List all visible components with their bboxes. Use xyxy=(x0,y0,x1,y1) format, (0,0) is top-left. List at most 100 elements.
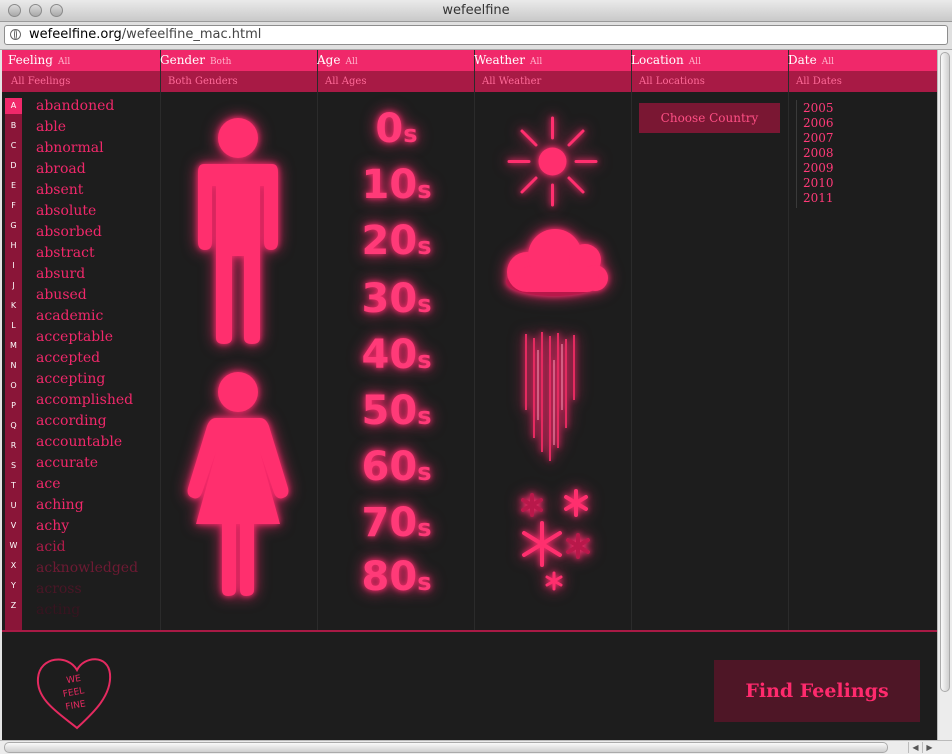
feeling-item[interactable]: able xyxy=(36,119,66,135)
feeling-item[interactable]: absurd xyxy=(36,266,85,282)
feeling-item[interactable]: academic xyxy=(36,308,103,324)
letter-a[interactable]: A xyxy=(5,98,22,114)
letter-j[interactable]: J xyxy=(5,278,22,294)
letter-y[interactable]: Y xyxy=(5,578,22,594)
age-option[interactable]: 50s xyxy=(318,388,475,434)
feeling-item[interactable]: aching xyxy=(36,497,84,513)
letter-h[interactable]: H xyxy=(5,238,22,254)
letter-d[interactable]: D xyxy=(5,158,22,174)
age-option[interactable]: 0s xyxy=(318,106,475,152)
age-option[interactable]: 70s xyxy=(318,500,475,546)
letter-c[interactable]: C xyxy=(5,138,22,154)
date-item-2011[interactable]: 2011 xyxy=(803,191,834,205)
letter-v[interactable]: V xyxy=(5,518,22,534)
date-item-2005[interactable]: 2005 xyxy=(803,101,834,115)
female-icon[interactable] xyxy=(182,370,294,598)
feeling-item[interactable]: acceptable xyxy=(36,329,113,345)
age-option[interactable]: 10s xyxy=(318,162,475,208)
age-decade: 10 xyxy=(361,162,418,208)
horizontal-scrollbar[interactable]: ◀ ▶ xyxy=(0,740,952,754)
age-option[interactable]: 30s xyxy=(318,276,475,322)
feeling-item[interactable]: accountable xyxy=(36,434,122,450)
feeling-item[interactable]: abandoned xyxy=(36,98,114,114)
letter-b[interactable]: B xyxy=(5,118,22,134)
cloud-icon[interactable] xyxy=(497,222,612,300)
logo-line-1: WE xyxy=(66,674,82,686)
alphabet-index: ABCDEFGHIJKLMNOPQRSTUVWXYZ xyxy=(5,98,22,630)
location-filter-header[interactable]: Location All xyxy=(631,53,701,67)
feeling-item[interactable]: ace xyxy=(36,476,60,492)
letter-r[interactable]: R xyxy=(5,438,22,454)
feeling-item[interactable]: abused xyxy=(36,287,87,303)
letter-u[interactable]: U xyxy=(5,498,22,514)
letter-z[interactable]: Z xyxy=(5,598,22,614)
vertical-scroll-thumb[interactable] xyxy=(940,52,950,692)
letter-m[interactable]: M xyxy=(5,338,22,354)
letter-x[interactable]: X xyxy=(5,558,22,574)
letter-t[interactable]: T xyxy=(5,478,22,494)
letter-n[interactable]: N xyxy=(5,358,22,374)
sun-icon[interactable] xyxy=(505,114,600,209)
feeling-item[interactable]: accomplished xyxy=(36,392,133,408)
letter-f[interactable]: F xyxy=(5,198,22,214)
feeling-item[interactable]: achy xyxy=(36,518,69,534)
horizontal-scroll-thumb[interactable] xyxy=(4,742,888,753)
feeling-item[interactable]: acting xyxy=(36,602,80,618)
age-option[interactable]: 20s xyxy=(318,218,475,264)
letter-p[interactable]: P xyxy=(5,398,22,414)
age-summary: All Ages xyxy=(325,76,367,87)
letter-i[interactable]: I xyxy=(5,258,22,274)
feeling-item[interactable]: abroad xyxy=(36,161,86,177)
we-feel-fine-logo[interactable]: WE FEEL FINE xyxy=(32,650,122,730)
letter-g[interactable]: G xyxy=(5,218,22,234)
letter-o[interactable]: O xyxy=(5,378,22,394)
feeling-item[interactable]: accurate xyxy=(36,455,98,471)
letter-l[interactable]: L xyxy=(5,318,22,334)
feeling-item[interactable]: absolute xyxy=(36,203,96,219)
letter-w[interactable]: W xyxy=(5,538,22,554)
age-option[interactable]: 80s xyxy=(318,554,475,600)
snow-icon[interactable] xyxy=(510,485,600,595)
feeling-item[interactable]: accepting xyxy=(36,371,105,387)
feeling-item[interactable]: acknowledged xyxy=(36,560,138,576)
feeling-item[interactable]: absent xyxy=(36,182,83,198)
scroll-left-arrow-icon[interactable]: ◀ xyxy=(908,742,922,753)
rain-icon[interactable] xyxy=(520,330,582,465)
feeling-item[interactable]: acid xyxy=(36,539,66,555)
address-field[interactable]: wefeelfine.org/wefeelfine_mac.html xyxy=(4,25,948,45)
find-feelings-button[interactable]: Find Feelings xyxy=(714,660,920,722)
feeling-item[interactable]: abstract xyxy=(36,245,95,261)
date-filter-header[interactable]: Date All xyxy=(788,53,834,67)
scroll-right-arrow-icon[interactable]: ▶ xyxy=(922,742,936,753)
date-item-2010[interactable]: 2010 xyxy=(803,176,834,190)
choose-country-button[interactable]: Choose Country xyxy=(639,103,780,133)
letter-e[interactable]: E xyxy=(5,178,22,194)
vertical-scrollbar[interactable] xyxy=(937,50,952,740)
male-icon[interactable] xyxy=(192,116,284,346)
gender-summary: Both Genders xyxy=(168,76,238,87)
date-item-2007[interactable]: 2007 xyxy=(803,131,834,145)
wefeelfine-app: Feeling All Gender Both Age All Weather All … xyxy=(2,50,937,740)
feeling-filter-header[interactable]: Feeling All xyxy=(8,53,70,67)
age-decade: 30 xyxy=(361,276,418,322)
feeling-item[interactable]: abnormal xyxy=(36,140,104,156)
date-item-2006[interactable]: 2006 xyxy=(803,116,834,130)
feeling-item[interactable]: accepted xyxy=(36,350,100,366)
gender-filter-header[interactable]: Gender Both xyxy=(160,53,231,67)
age-option[interactable]: 60s xyxy=(318,444,475,490)
age-option[interactable]: 40s xyxy=(318,332,475,378)
feeling-item[interactable]: absorbed xyxy=(36,224,102,240)
weather-filter-header[interactable]: Weather All xyxy=(474,53,542,67)
feeling-item[interactable]: across xyxy=(36,581,82,597)
footer-divider xyxy=(2,630,937,632)
age-suffix: s xyxy=(417,346,432,374)
letter-k[interactable]: K xyxy=(5,298,22,314)
letter-s[interactable]: S xyxy=(5,458,22,474)
age-filter-header[interactable]: Age All xyxy=(317,53,358,67)
date-item-2008[interactable]: 2008 xyxy=(803,146,834,160)
location-column xyxy=(632,50,789,630)
date-item-2009[interactable]: 2009 xyxy=(803,161,834,175)
letter-q[interactable]: Q xyxy=(5,418,22,434)
age-suffix: s xyxy=(417,568,432,596)
feeling-item[interactable]: according xyxy=(36,413,107,429)
